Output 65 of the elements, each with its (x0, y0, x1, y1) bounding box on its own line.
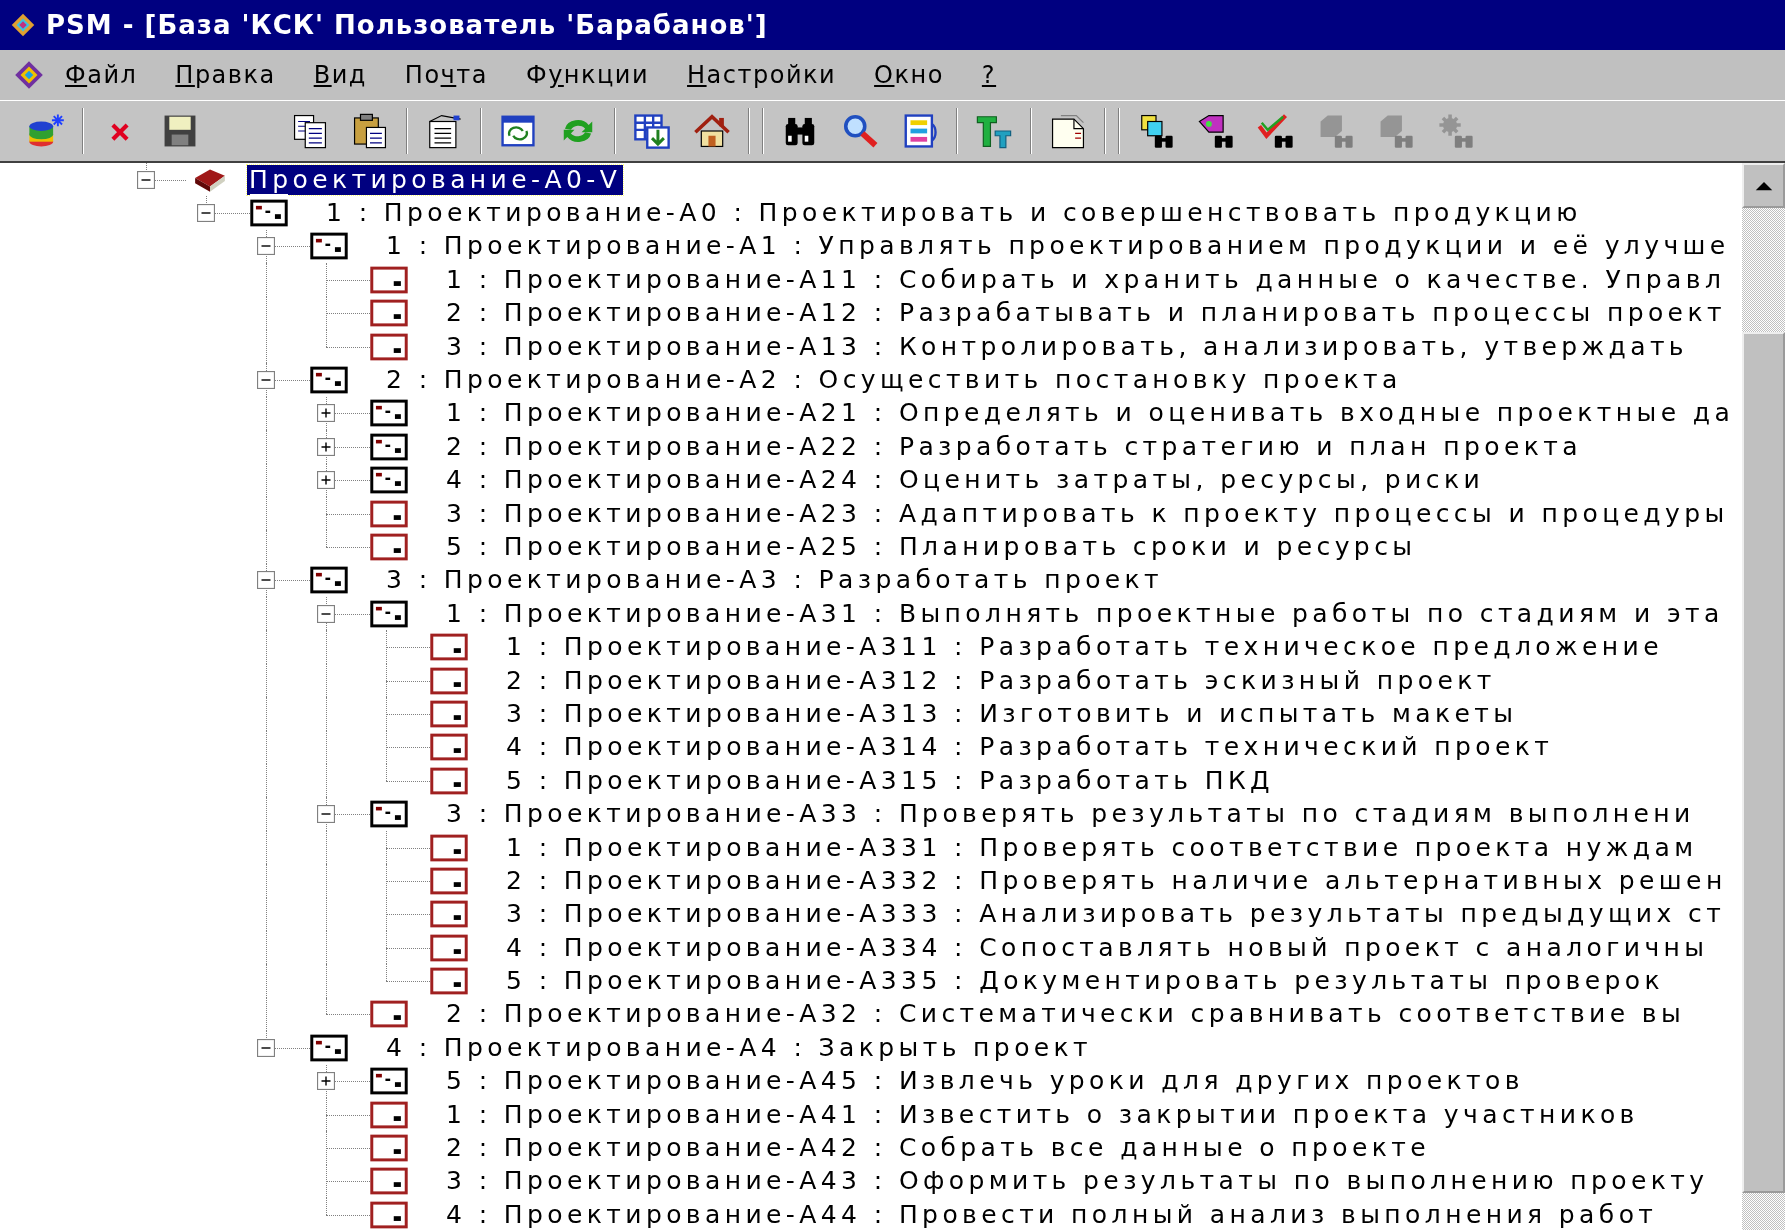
tree-node-label[interactable]: 1 : Проектирование-А1 : Управлять проектированием продукции и её улучше (384, 231, 1732, 262)
tree-node-label[interactable]: 3 : Проектирование-А3 : Разработать проект (384, 565, 1166, 596)
menu-item[interactable]: В ид (294, 57, 386, 93)
window-title: PSM - [База 'КСК' Пользователь 'Барабанов'] (46, 8, 768, 42)
house-icon (693, 112, 731, 150)
tree-node-label[interactable]: 4 : Проектирование-А24 : Оценить затраты, ресурсы, риски (444, 465, 1487, 496)
copy-icon (291, 112, 329, 150)
clipboard-icon (351, 112, 389, 150)
tree-node-label[interactable]: Проектирование-А0-V (247, 164, 624, 195)
scroll-up-button[interactable] (1742, 163, 1785, 208)
tree-node-label[interactable]: 5 : Проектирование-А315 : Разработать ПКД (504, 765, 1277, 796)
expand-toggle[interactable] (317, 471, 335, 490)
vertical-scrollbar[interactable] (1742, 163, 1785, 1230)
collapse-toggle[interactable] (317, 805, 335, 824)
tree-node-label[interactable]: 1 : Проектирование-А21 : Определять и оценивать входные проектные да (444, 398, 1737, 429)
collapse-toggle[interactable] (257, 571, 275, 590)
tree-node-label[interactable]: 3 : Проектирование-А333 : Анализировать результаты предыдущих ст (504, 899, 1728, 930)
tree-node-label[interactable]: 3 : Проектирование-А13 : Контролировать, анализировать, утверждать (444, 331, 1690, 362)
tree-node-label[interactable]: 4 : Проектирование-А4 : Закрыть проект (384, 1032, 1095, 1063)
collapse-toggle[interactable] (197, 204, 215, 223)
page-icon (1049, 112, 1087, 150)
tree-node-label[interactable]: 4 : Проектирование-А314 : Разработать технический проект (504, 732, 1556, 763)
tree-node-label[interactable]: 4 : Проектирование-А334 : Сопоставлять новый проект с аналогичны (504, 932, 1711, 963)
tree-node-label[interactable]: 1 : Проектирование-А31 : Выполнять проектные работы по стадиям и эта (444, 598, 1726, 629)
tree-node-label[interactable]: 1 : Проектирование-А311 : Разработать техническое предложение (504, 632, 1665, 663)
collapse-toggle[interactable] (317, 604, 335, 623)
menu-item[interactable]: ? (962, 57, 1016, 93)
tree-node-label[interactable]: 5 : Проектирование-А25 : Планировать сроки и ресурсы (444, 532, 1419, 562)
tag-binoculars-icon (1197, 112, 1235, 150)
expand-toggle[interactable] (317, 437, 335, 456)
tree-node-label[interactable]: 2 : Проектирование-А312 : Разработать эскизный проект (504, 665, 1498, 696)
checkmark-binoculars-icon (1257, 112, 1295, 150)
menu-item[interactable]: Почта (385, 57, 507, 93)
tree-node-label[interactable]: 2 : Проектирование-А22 : Разработать стратегию и план проекта (444, 431, 1584, 462)
search-icon (841, 112, 879, 150)
tree-node-label[interactable]: 2 : Проектирование-А42 : Собрать все данные о проекте (444, 1133, 1433, 1163)
tree-node-label[interactable]: 3 : Проектирование-А43 : Оформить результаты по выполнению проекту (444, 1166, 1711, 1197)
menu-item[interactable]: Функции (506, 57, 669, 93)
scrollbar-thumb[interactable] (1742, 332, 1785, 1193)
menu-item[interactable]: Н астройки (668, 57, 856, 93)
tree-node-label[interactable]: 3 : Проектирование-А33 : Проверять результаты по стадиям выполнени (444, 799, 1697, 830)
collapse-toggle[interactable] (257, 1038, 275, 1057)
tree-node-label[interactable]: 2 : Проектирование-А332 : Проверять наличие альтернативных решен (504, 865, 1729, 896)
collapse-toggle[interactable] (137, 170, 155, 189)
collapse-toggle[interactable] (257, 237, 275, 256)
tree-node-label[interactable]: 1 : Проектирование-А41 : Известить о закрытии проекта участников (444, 1099, 1641, 1130)
table-icon (633, 112, 671, 150)
tree-node-label[interactable]: 2 : Проектирование-А32 : Систематически сравнивать соответствие вы (444, 999, 1688, 1030)
tree-node-label[interactable]: 3 : Проектирование-А23 : Адаптировать к проекту процессы и процедуры (444, 498, 1731, 529)
menu-item[interactable]: Файл (46, 57, 157, 93)
tree-node-label[interactable]: 3 : Проектирование-А313 : Изготовить и испытать макеты (504, 698, 1520, 729)
gear-binoculars-icon (1437, 112, 1475, 150)
tree-node-label[interactable]: 1 : Проектирование-А331 : Проверять соответствие проекта нуждам (504, 832, 1700, 863)
tree-node-label[interactable]: 1 : Проектирование-А0 : Проектировать и совершенствовать продукцию (324, 198, 1584, 229)
menu-item[interactable]: П равка (156, 57, 295, 93)
tree-node-label[interactable]: 5 : Проектирование-А45 : Извлечь уроки для других проектов (444, 1066, 1526, 1097)
expand-toggle[interactable] (317, 1072, 335, 1091)
tree-node-label[interactable]: 1 : Проектирование-А11 : Собирать и хранить данные о качестве. Управл (444, 264, 1728, 295)
tree-node-label[interactable]: 2 : Проектирование-А12 : Разрабатывать и планировать процессы проект (444, 298, 1728, 329)
menu-item[interactable]: Окно (855, 57, 963, 93)
collapse-toggle[interactable] (257, 371, 275, 390)
expand-toggle[interactable] (317, 404, 335, 423)
tree-node-label[interactable]: 4 : Проектирование-А44 : Провести полный анализ выполнения работ (444, 1199, 1660, 1230)
tree-node-label[interactable]: 5 : Проектирование-А335 : Документировать результаты проверок (504, 966, 1666, 997)
tree-node-label[interactable]: 2 : Проектирование-А2 : Осуществить постановку проекта (384, 365, 1404, 396)
